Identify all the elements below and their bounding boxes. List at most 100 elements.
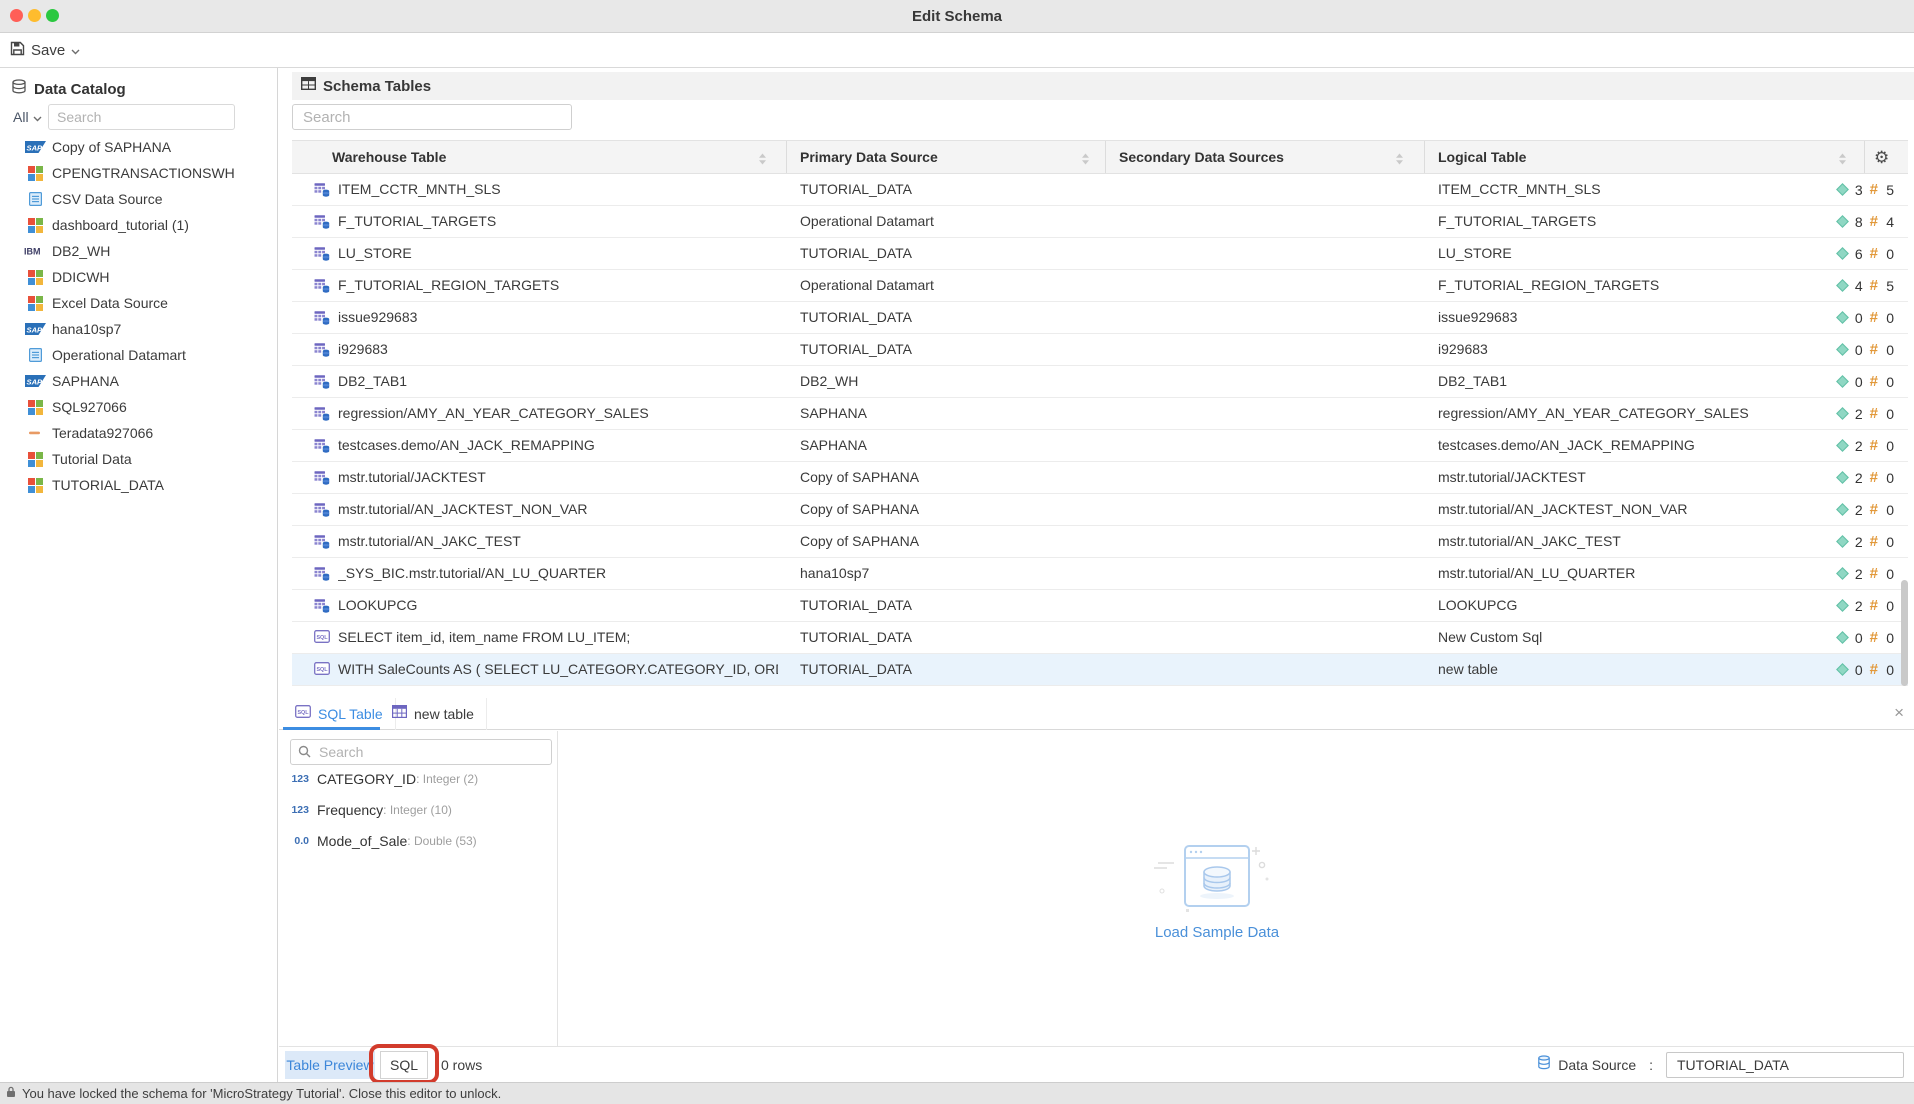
table-row[interactable]: issue929683 TUTORIAL_DATA issue929683 0 … [292,302,1908,334]
table-row[interactable]: F_TUTORIAL_TARGETS Operational Datamart … [292,206,1908,238]
sidebar-item-cpengtransactionswh[interactable]: CPENGTRANSACTIONSWH [0,160,277,186]
fact-count: 0 [1885,374,1894,390]
tab-sql[interactable]: SQL [380,1051,428,1079]
table-row[interactable]: mstr.tutorial/JACKTEST Copy of SAPHANA m… [292,462,1908,494]
column-divider [786,141,787,173]
fact-hash-icon: # [1870,278,1878,293]
load-sample-data-link[interactable]: Load Sample Data [1152,924,1282,941]
table-row[interactable]: LOOKUPCG TUTORIAL_DATA LOOKUPCG 2 # 0 [292,590,1908,622]
lock-message: You have locked the schema for 'MicroStr… [22,1086,501,1101]
column-header-logical-table[interactable]: Logical Table [1438,141,1526,174]
sidebar-item-excel-data-source[interactable]: Excel Data Source [0,290,277,316]
tab-table-preview[interactable]: Table Preview [285,1051,375,1079]
column-header-primary-data-source[interactable]: Primary Data Source [800,141,938,174]
sort-icon[interactable] [1395,152,1404,168]
column-search-input[interactable] [290,739,552,765]
sidebar-item-tutorial-data[interactable]: Tutorial Data [0,446,277,472]
sidebar-item-hana10sp7[interactable]: SAP hana10sp7 [0,316,277,342]
primary-data-source-cell: TUTORIAL_DATA [800,334,912,365]
data-source-colon: : [1649,1057,1653,1073]
fact-count: 0 [1885,502,1894,518]
sidebar-item-dashboard-tutorial-1[interactable]: dashboard_tutorial (1) [0,212,277,238]
tab-sql-table[interactable]: SQL SQL Table [283,698,396,730]
table-row[interactable]: LU_STORE TUTORIAL_DATA LU_STORE 6 # 0 [292,238,1908,270]
attribute-count: 2 [1854,502,1863,518]
schema-tables-search-input[interactable] [292,104,572,130]
close-window-button[interactable] [10,9,23,22]
sidebar-item-ddicwh[interactable]: DDICWH [0,264,277,290]
row-counts: 0 # 0 [1838,334,1894,365]
attribute-count: 0 [1854,374,1863,390]
column-list-item[interactable]: 0.0 Mode_of_Sale : Double (53) [279,825,558,856]
sort-icon[interactable] [1838,152,1847,168]
logical-table-cell: mstr.tutorial/AN_JACKTEST_NON_VAR [1438,494,1687,525]
minimize-window-button[interactable] [28,9,41,22]
catalog-filter-dropdown[interactable]: All [13,109,42,125]
attribute-diamond-icon [1836,375,1849,388]
row-counts: 2 # 0 [1838,526,1894,557]
fact-count: 5 [1885,182,1894,198]
sidebar-item-copy-of-saphana[interactable]: SAP Copy of SAPHANA [0,134,277,160]
table-row[interactable]: DB2_TAB1 DB2_WH DB2_TAB1 0 # 0 [292,366,1908,398]
sql-table-icon: SQL [314,630,330,646]
table-row[interactable]: _SYS_BIC.mstr.tutorial/AN_LU_QUARTER han… [292,558,1908,590]
sidebar-item-csv-data-source[interactable]: CSV Data Source [0,186,277,212]
search-icon [298,745,311,763]
attribute-diamond-icon [1836,599,1849,612]
office-grid-icon [24,478,46,493]
sort-icon[interactable] [1081,152,1090,168]
logical-table-cell: testcases.demo/AN_JACK_REMAPPING [1438,430,1695,461]
column-divider [1424,141,1425,173]
sidebar-item-sql927066[interactable]: SQL927066 [0,394,277,420]
sidebar-item-tutorial-data[interactable]: TUTORIAL_DATA [0,472,277,498]
warehouse-table-icon [314,246,330,262]
attribute-count: 0 [1854,630,1863,646]
table-row[interactable]: F_TUTORIAL_REGION_TARGETS Operational Da… [292,270,1908,302]
logical-table-cell: LU_STORE [1438,238,1512,269]
table-row[interactable]: mstr.tutorial/AN_JAKC_TEST Copy of SAPHA… [292,526,1908,558]
bottom-panel-body: 123 CATEGORY_ID : Integer (2) 123 Freque… [279,731,1914,1046]
warehouse-table-icon [314,534,330,550]
table-row[interactable]: SQL WITH SaleCounts AS ( SELECT LU_CATEG… [292,654,1908,686]
warehouse-table-icon [314,406,330,422]
schema-table-header-row: Warehouse Table Primary Data Source Seco… [292,140,1908,174]
sidebar-item-db2-wh[interactable]: IBM DB2_WH [0,238,277,264]
sidebar-item-operational-datamart[interactable]: Operational Datamart [0,342,277,368]
column-header-secondary-data-sources[interactable]: Secondary Data Sources [1119,141,1284,174]
save-button[interactable]: Save [10,34,80,67]
tab-new-table[interactable]: new table [380,698,487,730]
sidebar-item-saphana[interactable]: SAP SAPHANA [0,368,277,394]
zoom-window-button[interactable] [46,9,59,22]
sidebar-item-teradata927066[interactable]: Teradata927066 [0,420,277,446]
chevron-down-icon [33,109,42,125]
table-row[interactable]: ITEM_CCTR_MNTH_SLS TUTORIAL_DATA ITEM_CC… [292,174,1908,206]
column-list-item[interactable]: 123 Frequency : Integer (10) [279,794,558,825]
warehouse-table-cell: issue929683 [338,302,417,333]
fact-hash-icon: # [1870,630,1878,645]
tab-label: new table [414,706,474,722]
sidebar-item-label: DB2_WH [52,243,110,259]
table-row[interactable]: regression/AMY_AN_YEAR_CATEGORY_SALES SA… [292,398,1908,430]
catalog-search-input[interactable] [48,104,235,130]
sidebar-item-label: Excel Data Source [52,295,168,311]
table-row[interactable]: SQL SELECT item_id, item_name FROM LU_IT… [292,622,1908,654]
vertical-scrollbar-thumb[interactable] [1901,580,1908,686]
data-source-icon [1537,1055,1551,1075]
sort-icon[interactable] [758,152,767,168]
table-row[interactable]: testcases.demo/AN_JACK_REMAPPING SAPHANA… [292,430,1908,462]
table-row[interactable]: i929683 TUTORIAL_DATA i929683 0 # 0 [292,334,1908,366]
row-counts: 2 # 0 [1838,398,1894,429]
close-icon[interactable]: × [1894,703,1904,723]
column-header-warehouse-table[interactable]: Warehouse Table [332,141,446,174]
warehouse-table-icon [314,566,330,582]
attribute-count: 8 [1854,214,1863,230]
table-row[interactable]: mstr.tutorial/AN_JACKTEST_NON_VAR Copy o… [292,494,1908,526]
gear-icon[interactable]: ⚙ [1874,141,1889,174]
warehouse-table-icon [314,438,330,454]
attribute-diamond-icon [1836,663,1849,676]
svg-text:SQL: SQL [316,635,328,641]
column-list-item[interactable]: 123 CATEGORY_ID : Integer (2) [279,763,558,794]
svg-text:SAP: SAP [26,325,43,334]
data-source-value[interactable] [1666,1052,1904,1078]
warehouse-table-cell: _SYS_BIC.mstr.tutorial/AN_LU_QUARTER [338,558,606,589]
